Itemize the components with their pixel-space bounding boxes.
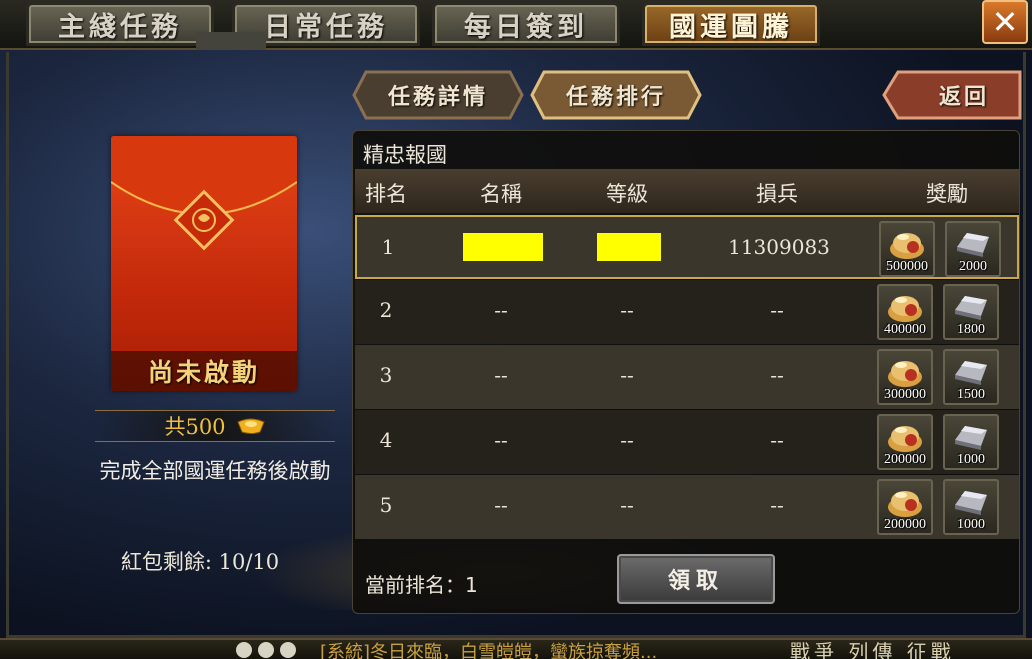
red-packet-total: 共500 xyxy=(95,410,335,442)
level-cell: -- xyxy=(620,363,634,387)
red-packet-remaining: 紅包剩餘: 10/10 xyxy=(120,550,280,574)
gold-ingot-icon xyxy=(236,418,265,434)
red-packet-card: 尚未啟動 xyxy=(111,136,297,391)
rank-cell: 1 xyxy=(381,235,395,259)
back-button[interactable]: 返回 xyxy=(882,70,1022,120)
subtab-task-details[interactable]: 任務詳情 xyxy=(352,70,524,120)
rank-cell: 5 xyxy=(379,493,393,517)
tab-divider xyxy=(196,32,266,50)
reward-quantity: 400000 xyxy=(884,322,926,337)
reward-gold-icon[interactable]: 500000 xyxy=(879,221,935,277)
table-row: 4 -- -- -- 200000 1000 xyxy=(355,410,1019,474)
rank-cell: 3 xyxy=(379,363,393,387)
column-header-name: 名稱 xyxy=(480,182,522,206)
reward-quantity: 200000 xyxy=(884,517,926,532)
ranking-panel: 精忠報國 排名 名稱 等級 損兵 獎勵 1 11309083 500000 2000 2… xyxy=(352,130,1020,614)
losses-cell: 11309083 xyxy=(728,235,830,259)
table-row: 2 -- -- -- 400000 1800 xyxy=(355,280,1019,344)
tab-main-quest[interactable]: 主綫任務 xyxy=(26,2,214,46)
chat-bar: [系統]冬日來臨，白雪皚皚，蠻族掠奪頻... 戰爭 列傳 征戰 xyxy=(0,638,1032,659)
reward-gold-icon[interactable]: 200000 xyxy=(877,479,933,535)
reward-silver-icon[interactable]: 1800 xyxy=(943,284,999,340)
reward-silver-icon[interactable]: 1000 xyxy=(943,479,999,535)
table-row: 3 -- -- -- 300000 1500 xyxy=(355,345,1019,409)
losses-cell: -- xyxy=(770,363,784,387)
red-packet-status: 尚未啟動 xyxy=(111,351,297,391)
column-header-losses: 損兵 xyxy=(756,182,798,206)
red-packet-flap xyxy=(111,136,297,251)
ranking-table-header: 排名 名稱 等級 損兵 獎勵 xyxy=(355,169,1019,213)
level-cell: -- xyxy=(620,428,634,452)
top-tab-bar: 主綫任務 日常任務 每日簽到 國運圖騰 ✕ xyxy=(0,0,1032,50)
reward-gold-icon[interactable]: 400000 xyxy=(877,284,933,340)
reward-quantity: 200000 xyxy=(884,452,926,467)
reward-gold-icon[interactable]: 300000 xyxy=(877,349,933,405)
column-header-level: 等級 xyxy=(606,182,648,206)
claim-button[interactable]: 領取 xyxy=(617,554,775,604)
reward-quantity: 1000 xyxy=(957,517,985,532)
reward-silver-icon[interactable]: 1000 xyxy=(943,414,999,470)
chat-emoji-icon[interactable] xyxy=(236,642,296,658)
redacted-level xyxy=(597,233,661,261)
reward-quantity: 1000 xyxy=(957,452,985,467)
subtab-task-details-label: 任務詳情 xyxy=(387,84,488,110)
reward-quantity: 2000 xyxy=(959,259,987,274)
level-cell: -- xyxy=(620,493,634,517)
subtab-task-ranking[interactable]: 任務排行 xyxy=(530,70,702,120)
name-cell: -- xyxy=(494,363,508,387)
tab-national-totem[interactable]: 國運圖騰 xyxy=(642,2,820,46)
current-rank-text: 當前排名：1 xyxy=(365,573,478,597)
losses-cell: -- xyxy=(770,298,784,322)
table-row: 5 -- -- -- 200000 1000 xyxy=(355,475,1019,539)
redacted-name xyxy=(463,233,543,261)
name-cell: -- xyxy=(494,298,508,322)
rank-cell: 2 xyxy=(379,298,393,322)
name-cell: -- xyxy=(494,428,508,452)
reward-silver-icon[interactable]: 1500 xyxy=(943,349,999,405)
reward-gold-icon[interactable]: 200000 xyxy=(877,414,933,470)
close-icon: ✕ xyxy=(991,3,1019,41)
table-row: 1 11309083 500000 2000 xyxy=(355,215,1019,279)
unlock-condition-text: 完成全部國運任務後啟動 xyxy=(99,459,331,483)
column-header-reward: 獎勵 xyxy=(926,182,968,206)
rank-cell: 4 xyxy=(379,428,393,452)
reward-quantity: 500000 xyxy=(886,259,928,274)
ranking-title: 精忠報國 xyxy=(363,143,447,167)
reward-silver-icon[interactable]: 2000 xyxy=(945,221,1001,277)
subtab-task-ranking-label: 任務排行 xyxy=(565,84,666,110)
reward-quantity: 1500 xyxy=(957,387,985,402)
tab-daily-checkin[interactable]: 每日簽到 xyxy=(432,2,620,46)
losses-cell: -- xyxy=(770,428,784,452)
reward-quantity: 1800 xyxy=(957,322,985,337)
level-cell: -- xyxy=(620,298,634,322)
close-button[interactable]: ✕ xyxy=(982,0,1028,44)
chat-right-menu[interactable]: 戰爭 列傳 征戰 xyxy=(790,640,955,659)
reward-quantity: 300000 xyxy=(884,387,926,402)
chat-message: [系統]冬日來臨，白雪皚皚，蠻族掠奪頻... xyxy=(320,642,658,659)
back-button-label: 返回 xyxy=(938,84,989,110)
column-header-rank: 排名 xyxy=(365,182,407,206)
red-packet-total-text: 共500 xyxy=(164,415,226,439)
name-cell: -- xyxy=(494,493,508,517)
losses-cell: -- xyxy=(770,493,784,517)
